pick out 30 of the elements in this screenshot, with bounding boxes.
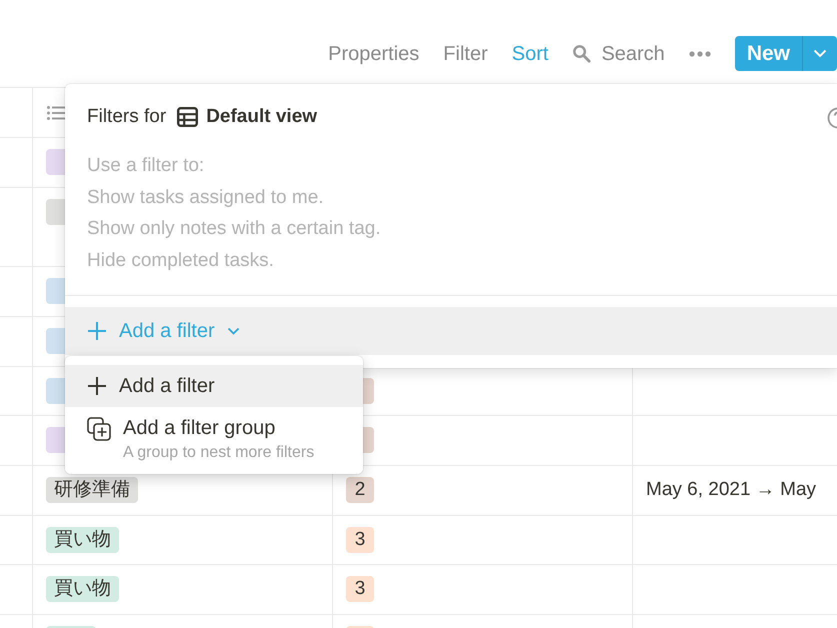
tag: 買い物 bbox=[46, 527, 119, 553]
add-filter-button[interactable]: Add a filter bbox=[65, 307, 837, 355]
table-icon bbox=[177, 107, 198, 127]
tag: 研修準備 bbox=[46, 477, 138, 503]
search-icon bbox=[572, 44, 592, 63]
number-tag: 2 bbox=[346, 477, 374, 503]
toolbar-button[interactable]: Filter bbox=[431, 38, 500, 68]
number-tag: 3 bbox=[346, 576, 374, 602]
date-cell: May 6, 2021 → May bbox=[646, 479, 816, 500]
group-add-icon bbox=[87, 417, 111, 441]
more-icon bbox=[688, 50, 711, 56]
plus-icon bbox=[87, 376, 107, 396]
popup-title: Filters for bbox=[87, 104, 166, 129]
toolbar-button[interactable]: Sort bbox=[500, 38, 560, 68]
hint-text: Use a filter to: bbox=[87, 154, 206, 178]
tag: 買い物 bbox=[46, 576, 119, 602]
chevron-down-icon bbox=[226, 327, 240, 335]
view-name: Default view bbox=[206, 104, 318, 129]
hint-text: Show tasks assigned to me. bbox=[87, 186, 325, 210]
chevron-down-icon bbox=[813, 49, 827, 58]
menu-item[interactable]: Add a filter group A group to nest more filters bbox=[65, 407, 363, 470]
search-button[interactable]: Search bbox=[560, 38, 677, 68]
help-icon bbox=[827, 107, 837, 129]
menu-item[interactable]: Add a filter bbox=[65, 365, 363, 407]
list-icon bbox=[47, 106, 65, 120]
plus-icon bbox=[87, 321, 107, 341]
hint-text: Hide completed tasks. bbox=[87, 248, 275, 272]
toolbar-button[interactable]: Properties bbox=[316, 38, 432, 68]
hint-text: Show only notes with a certain tag. bbox=[87, 217, 382, 241]
number-tag: 3 bbox=[346, 527, 374, 553]
